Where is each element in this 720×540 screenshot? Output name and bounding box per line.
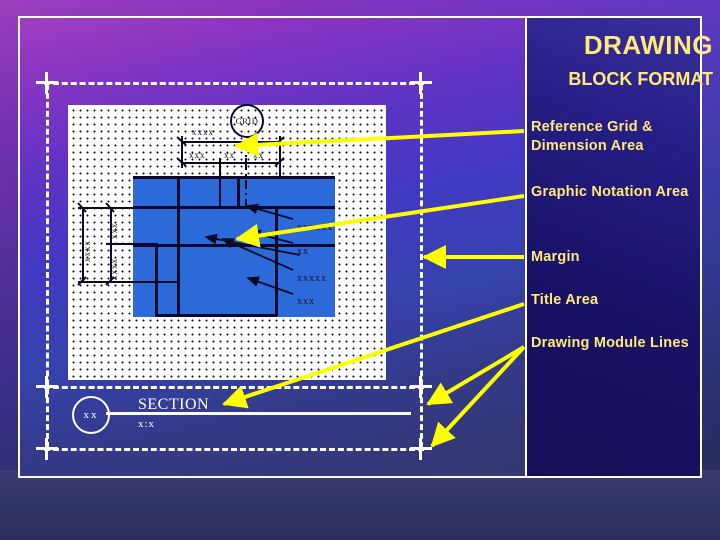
legend-item-title-area: Title Area <box>531 292 599 308</box>
page-title: DRAWING <box>583 30 713 60</box>
legend-item-margin: Margin <box>531 249 580 265</box>
slide-canvas: xxxx xxx xx xx xxxx xxx xxxx GRID xxxxxx… <box>0 0 720 540</box>
page-subtitle: BLOCK FORMAT <box>568 69 713 89</box>
legend-item-reference-grid: Reference Grid & Dimension Area <box>531 119 653 154</box>
background-lower-band <box>0 470 720 540</box>
legend-item-graphic-notation: Graphic Notation Area <box>531 184 689 200</box>
legend-item-module-lines: Drawing Module Lines <box>531 335 689 351</box>
